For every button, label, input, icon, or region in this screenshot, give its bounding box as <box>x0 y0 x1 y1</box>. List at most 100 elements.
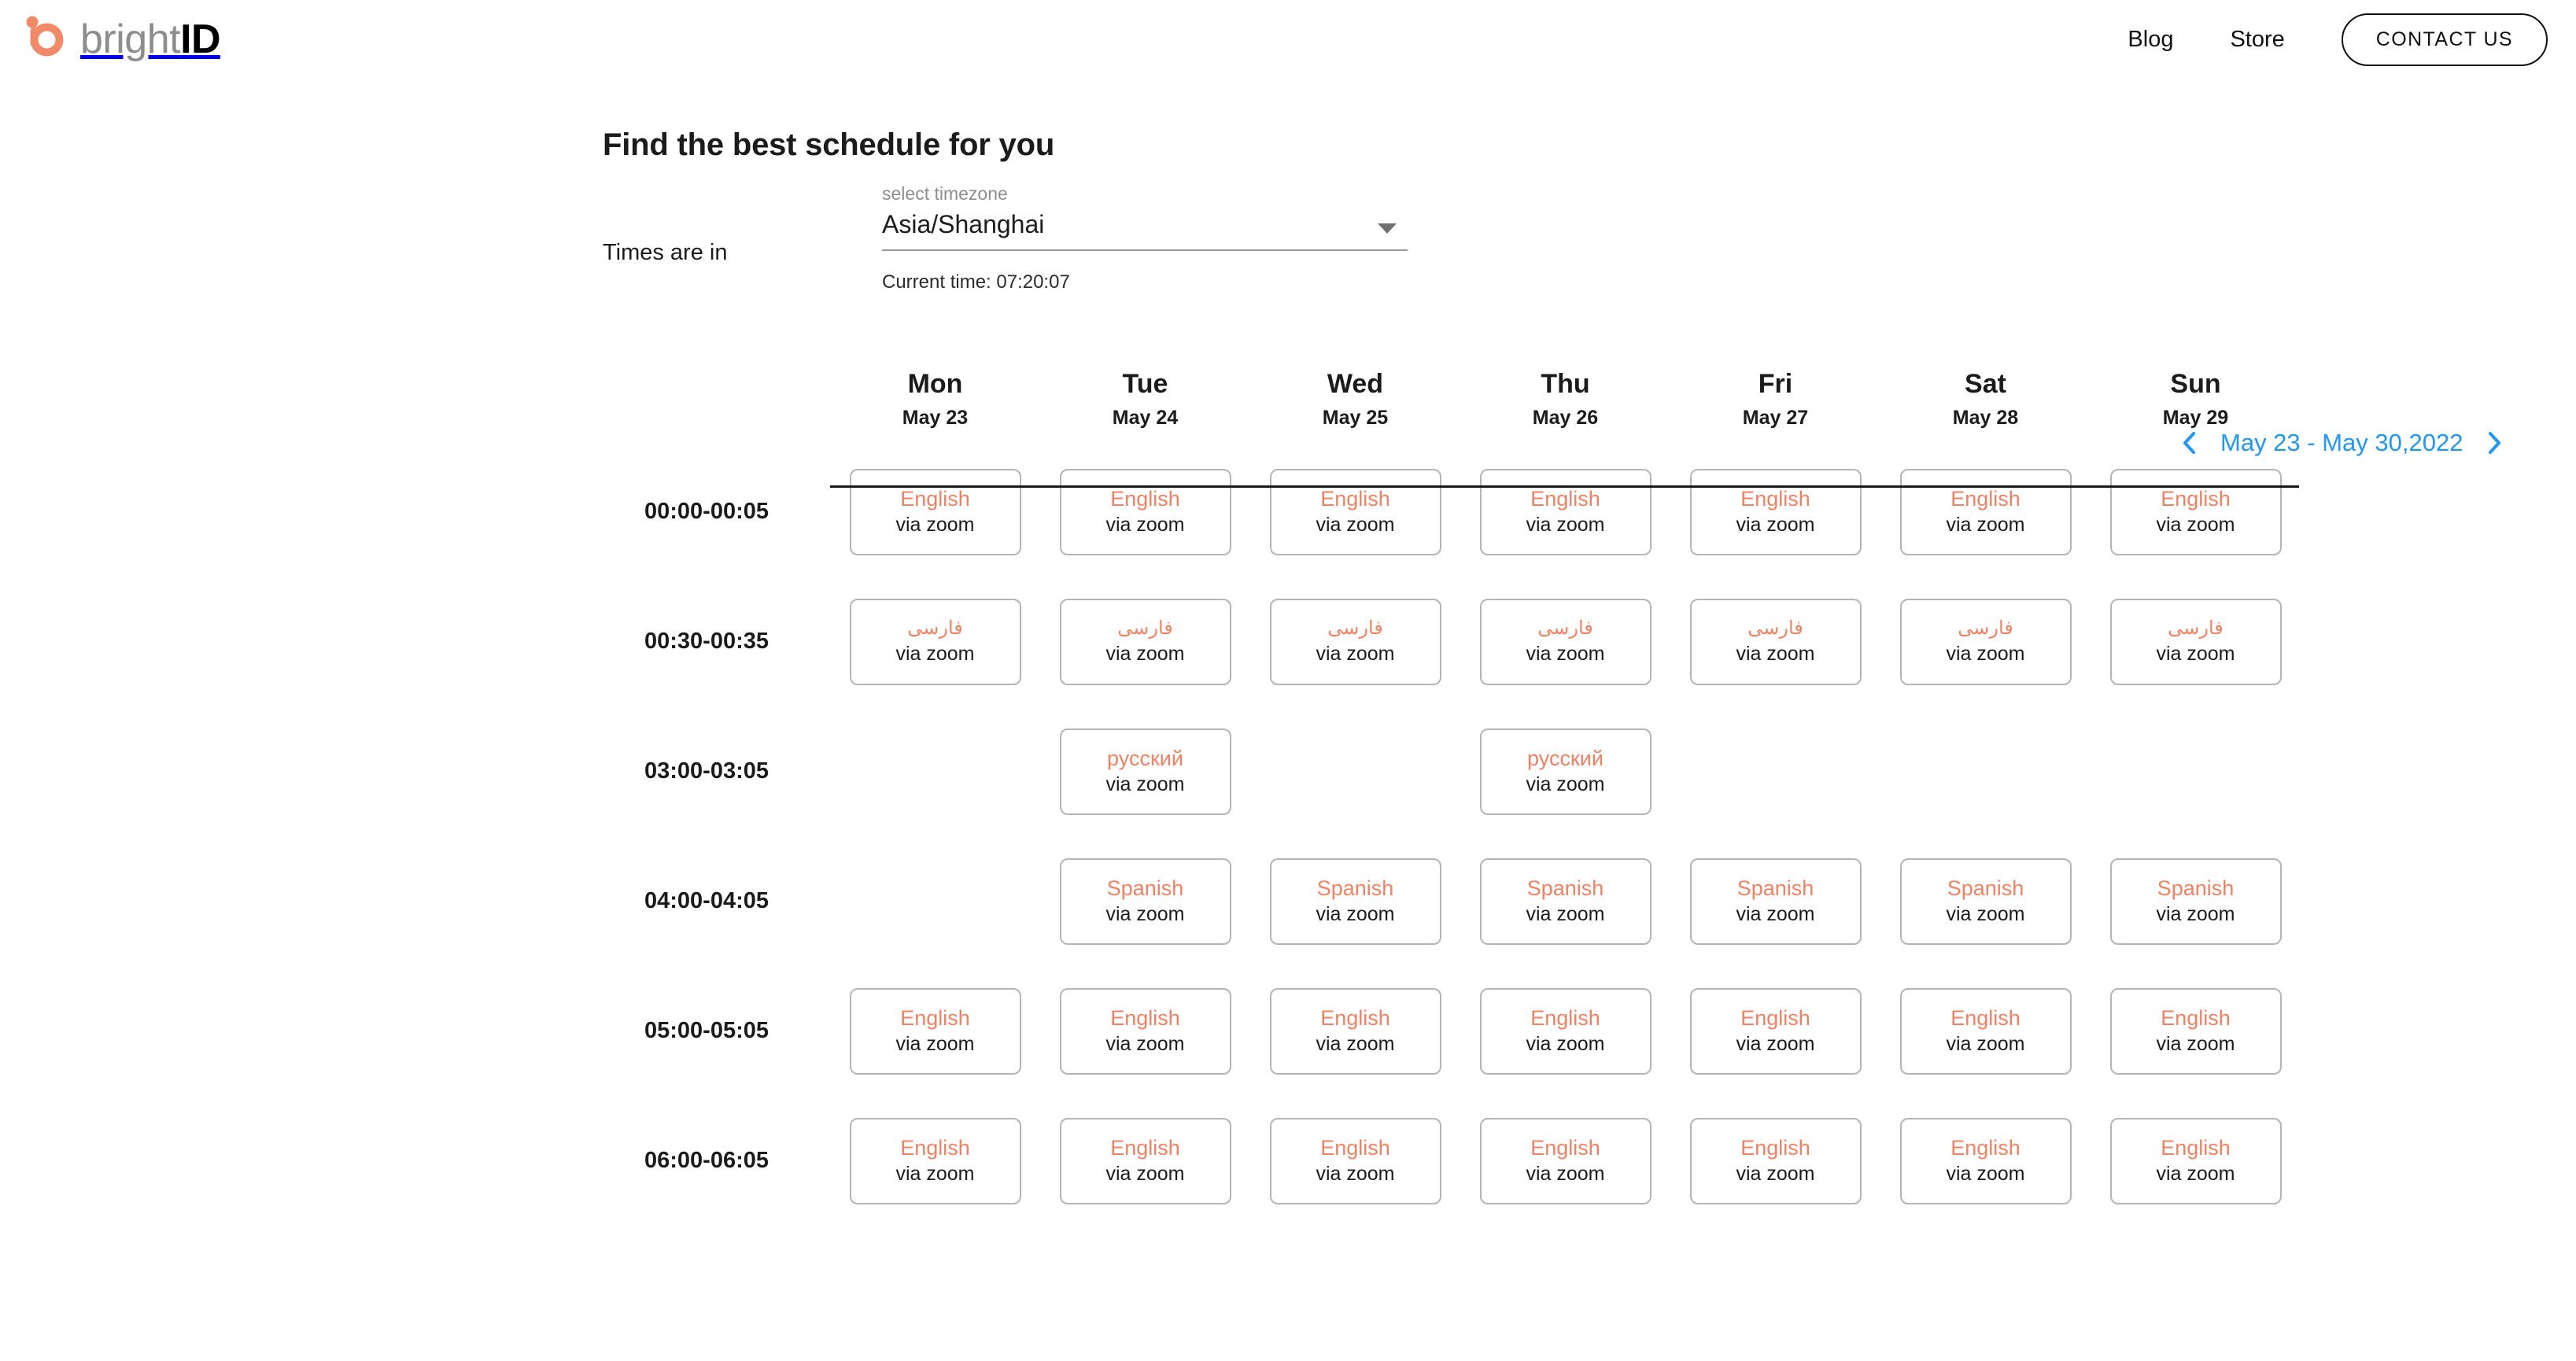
calendar-cell: English via zoom <box>2091 1096 2301 1226</box>
session-language: English <box>900 1005 970 1030</box>
brand-logo[interactable]: brightID <box>24 16 221 64</box>
session-card[interactable]: русский via zoom <box>1059 728 1231 815</box>
session-platform: via zoom <box>2156 1163 2235 1186</box>
nav-link-blog[interactable]: Blog <box>2128 27 2173 53</box>
session-card[interactable]: English via zoom <box>1059 1117 1231 1204</box>
session-platform: via zoom <box>1526 514 1605 537</box>
session-platform: via zoom <box>895 642 975 665</box>
session-platform: via zoom <box>1526 1033 1605 1056</box>
time-slot-end: 03:05 <box>710 758 769 784</box>
session-card[interactable]: English via zoom <box>1689 987 1862 1075</box>
session-card[interactable]: فارسی via zoom <box>849 598 1021 685</box>
session-card[interactable]: Spanish via zoom <box>2109 858 2282 945</box>
session-card[interactable]: فارسی via zoom <box>2109 598 2282 685</box>
session-card[interactable]: Spanish via zoom <box>1479 858 1652 945</box>
session-platform: via zoom <box>1526 1163 1605 1186</box>
day-name: Mon <box>907 369 963 399</box>
session-card[interactable]: English via zoom <box>1269 1117 1441 1204</box>
calendar-cell: فارسی via zoom <box>1880 577 2091 706</box>
session-platform: via zoom <box>1526 642 1605 665</box>
session-language: English <box>2161 1135 2231 1160</box>
session-platform: via zoom <box>2156 514 2235 537</box>
session-card[interactable]: Spanish via zoom <box>1689 858 1862 945</box>
session-card[interactable]: Spanish via zoom <box>1899 858 2072 945</box>
calendar-cell: English via zoom <box>830 1096 1040 1226</box>
session-card[interactable]: English via zoom <box>1479 1117 1652 1204</box>
session-platform: via zoom <box>1105 903 1185 926</box>
session-card[interactable]: English via zoom <box>1059 468 1231 555</box>
session-platform: via zoom <box>1946 514 2025 537</box>
calendar-cell: English via zoom <box>1040 966 1250 1096</box>
session-card[interactable]: فارسی via zoom <box>1059 598 1231 685</box>
session-card[interactable]: English via zoom <box>1689 1117 1862 1204</box>
session-card[interactable]: English via zoom <box>849 468 1021 555</box>
session-card[interactable]: فارسی via zoom <box>1689 598 1862 685</box>
timezone-select[interactable]: Asia/Shanghai <box>882 205 1408 251</box>
session-card[interactable]: English via zoom <box>849 1117 1021 1204</box>
brand-bright-text: bright <box>80 17 181 62</box>
calendar-cell: English via zoom <box>830 447 1040 577</box>
day-name: Wed <box>1327 369 1384 399</box>
time-slot-start: 04:00- <box>644 887 710 913</box>
session-card[interactable]: فارسی via zoom <box>1479 598 1652 685</box>
session-card[interactable]: English via zoom <box>2109 987 2282 1075</box>
day-name: Sat <box>1965 369 2006 399</box>
session-language: فارسی <box>1327 618 1383 640</box>
time-slot-label: 04:00- 04:05 <box>603 836 830 966</box>
session-platform: via zoom <box>1316 1033 1395 1056</box>
session-card[interactable]: فارسی via zoom <box>1269 598 1441 685</box>
session-platform: via zoom <box>1736 1033 1815 1056</box>
session-card[interactable]: فارسی via zoom <box>1899 598 2072 685</box>
session-platform: via zoom <box>1946 642 2025 665</box>
calendar-cell: русский via zoom <box>1460 706 1670 836</box>
session-language: русский <box>1107 746 1183 770</box>
calendar-cell: Spanish via zoom <box>1460 836 1670 966</box>
day-header-fri: Fri May 27 <box>1670 369 1880 447</box>
nav-link-store[interactable]: Store <box>2230 27 2284 53</box>
session-card[interactable]: English via zoom <box>1269 987 1441 1075</box>
session-card[interactable]: English via zoom <box>1479 468 1652 555</box>
session-card[interactable]: Spanish via zoom <box>1269 858 1441 945</box>
session-card[interactable]: English via zoom <box>2109 1117 2282 1204</box>
contact-us-button[interactable]: CONTACT US <box>2341 13 2548 66</box>
session-card[interactable]: English via zoom <box>1059 987 1231 1075</box>
session-card[interactable]: English via zoom <box>849 987 1021 1075</box>
session-language: فارسی <box>1117 618 1173 640</box>
day-date: May 27 <box>1742 407 1809 430</box>
session-platform: via zoom <box>1105 1033 1185 1056</box>
session-card[interactable]: English via zoom <box>1899 987 2072 1075</box>
session-language: English <box>1320 1005 1390 1030</box>
calendar-cell: English via zoom <box>1880 966 2091 1096</box>
calendar-cell: English via zoom <box>1460 966 1670 1096</box>
session-language: English <box>1950 1135 2021 1160</box>
session-card[interactable]: English via zoom <box>1269 468 1441 555</box>
session-card[interactable]: English via zoom <box>1899 1117 2072 1204</box>
calendar-cell: فارسی via zoom <box>830 577 1040 706</box>
session-platform: via zoom <box>1736 903 1815 926</box>
session-platform: via zoom <box>895 1033 975 1056</box>
session-card[interactable]: English via zoom <box>2109 468 2282 555</box>
day-date: May 29 <box>2162 407 2229 430</box>
session-card[interactable]: русский via zoom <box>1479 728 1652 815</box>
session-language: Spanish <box>1526 876 1604 900</box>
calendar-cell <box>2091 706 2301 836</box>
calendar-cell: English via zoom <box>1040 447 1250 577</box>
session-platform: via zoom <box>1946 1033 2025 1056</box>
calendar-cell <box>1670 706 1880 836</box>
time-slot-label: 05:00- 05:05 <box>603 966 830 1096</box>
session-card[interactable]: English via zoom <box>1479 987 1652 1075</box>
session-platform: via zoom <box>2156 903 2235 926</box>
day-header-tue: Tue May 24 <box>1040 369 1250 447</box>
day-header-sat: Sat May 28 <box>1880 369 2091 447</box>
session-card[interactable]: English via zoom <box>1689 468 1862 555</box>
session-card[interactable]: English via zoom <box>1899 468 2072 555</box>
day-name: Thu <box>1541 369 1590 399</box>
session-platform: via zoom <box>1736 642 1815 665</box>
session-card[interactable]: Spanish via zoom <box>1059 858 1231 945</box>
session-language: Spanish <box>1106 876 1184 900</box>
brand-id-text: ID <box>180 17 221 62</box>
timezone-field-label: select timezone <box>882 183 1008 204</box>
calendar-cell: English via zoom <box>2091 966 2301 1096</box>
time-slot-start: 03:00- <box>644 758 710 784</box>
time-slot-start: 00:00- <box>644 498 710 524</box>
